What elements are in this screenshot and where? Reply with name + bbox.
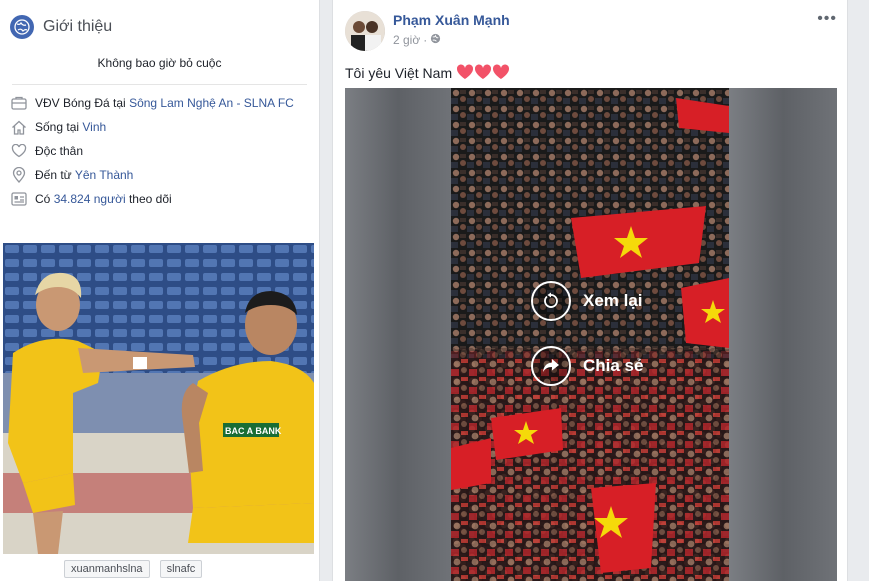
info-from-text: Đến từ Yên Thành — [35, 167, 133, 183]
avatar[interactable] — [345, 11, 385, 51]
featured-photo-illustration: BAC A BANK — [3, 243, 314, 554]
globe-icon — [10, 15, 34, 39]
share-button[interactable]: Chia sẻ — [531, 346, 643, 386]
video-blur-left — [345, 88, 451, 581]
svg-text:BAC A BANK: BAC A BANK — [225, 426, 282, 436]
post-header: Phạm Xuân Mạnh 2 giờ · — [333, 0, 847, 52]
post-time[interactable]: 2 giờ — [393, 33, 420, 47]
share-arrow-icon — [531, 346, 571, 386]
public-globe-icon — [430, 33, 441, 47]
info-work-text: VĐV Bóng Đá tại Sông Lam Nghệ An - SLNA … — [35, 95, 294, 111]
location-pin-icon — [10, 167, 28, 183]
intro-info-list: VĐV Bóng Đá tại Sông Lam Nghệ An - SLNA … — [0, 85, 319, 207]
intro-title: Giới thiệu — [43, 18, 113, 35]
info-followers-prefix: Có — [35, 192, 54, 206]
info-from-prefix: Đến từ — [35, 168, 75, 182]
replay-button[interactable]: Xem lại — [531, 281, 643, 321]
info-followers-suffix: theo dõi — [125, 192, 172, 206]
info-row-relationship: Độc thân — [10, 143, 309, 159]
info-lives-prefix: Sống tại — [35, 120, 83, 134]
city-link[interactable]: Vinh — [82, 120, 106, 134]
post-text: Tôi yêu Việt Nam — [333, 52, 847, 88]
followers-link[interactable]: 34.824 người — [54, 192, 126, 206]
replay-label: Xem lại — [583, 291, 643, 310]
info-relationship-text: Độc thân — [35, 144, 84, 158]
info-row-lives: Sống tại Vinh — [10, 119, 309, 135]
post-message: Tôi yêu Việt Nam — [345, 65, 453, 81]
briefcase-icon — [10, 95, 28, 111]
hometown-link[interactable]: Yên Thành — [75, 168, 134, 182]
more-options-icon[interactable]: ••• — [817, 10, 837, 28]
heart-emoji-icon — [456, 63, 510, 83]
post-meta: 2 giờ · — [393, 33, 510, 47]
info-row-followers: Có 34.824 người theo dõi — [10, 191, 309, 207]
meta-separator: · — [423, 33, 428, 47]
featured-photo[interactable]: BAC A BANK — [3, 243, 314, 554]
author-name[interactable]: Phạm Xuân Mạnh — [393, 12, 510, 28]
replay-icon — [531, 281, 571, 321]
video-frame — [451, 88, 729, 581]
info-row-work: VĐV Bóng Đá tại Sông Lam Nghệ An - SLNA … — [10, 95, 309, 111]
social-tags: xuanmanhslna slnafc — [0, 560, 319, 581]
intro-card: Giới thiệu Không bao giờ bỏ cuộc VĐV Bón… — [0, 0, 320, 581]
crowd-flags-illustration — [451, 88, 729, 581]
info-row-from: Đến từ Yên Thành — [10, 167, 309, 183]
info-followers-text: Có 34.824 người theo dõi — [35, 191, 172, 207]
home-icon — [10, 119, 28, 135]
video-blur-right — [729, 88, 837, 581]
work-link[interactable]: Sông Lam Nghệ An - SLNA FC — [129, 96, 294, 110]
instagram-tag[interactable]: slnafc — [159, 560, 203, 578]
post-card: Phạm Xuân Mạnh 2 giờ · ••• Tôi yêu Việt … — [332, 0, 848, 581]
share-label: Chia sẻ — [583, 356, 644, 375]
info-lives-text: Sống tại Vinh — [35, 119, 106, 135]
heart-icon — [10, 143, 28, 159]
instagram-tag[interactable]: xuanmanhslna — [64, 560, 150, 578]
post-author-block: Phạm Xuân Mạnh 2 giờ · — [393, 11, 510, 52]
followers-icon — [10, 191, 28, 207]
bio-text: Không bao giờ bỏ cuộc — [12, 44, 307, 85]
info-work-prefix: VĐV Bóng Đá tại — [35, 96, 130, 110]
intro-header: Giới thiệu — [0, 0, 319, 44]
video-player[interactable]: Xem lại Chia sẻ — [345, 88, 837, 581]
